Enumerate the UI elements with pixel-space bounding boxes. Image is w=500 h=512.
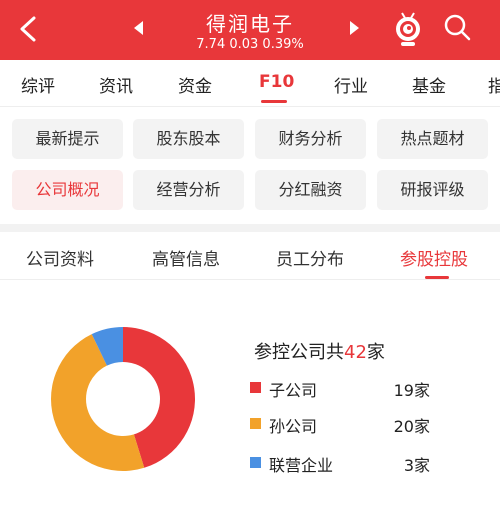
subtab-company-info[interactable]: 公司资料 bbox=[26, 245, 94, 270]
back-arrow-icon[interactable] bbox=[14, 12, 44, 46]
tab-fund[interactable]: 基金 bbox=[412, 72, 446, 97]
legend-label: 子公司 bbox=[269, 381, 318, 400]
summary-suffix: 家 bbox=[366, 342, 385, 363]
chip-hot-topics[interactable]: 热点题材 bbox=[377, 119, 488, 159]
next-stock-icon[interactable] bbox=[350, 21, 359, 35]
chip-financial-analysis[interactable]: 财务分析 bbox=[255, 119, 366, 159]
legend-swatch bbox=[250, 418, 261, 429]
summary-prefix: 参控公司共 bbox=[254, 342, 344, 363]
chip-research-rating[interactable]: 研报评级 bbox=[377, 170, 488, 210]
legend-swatch bbox=[250, 382, 261, 393]
tab-f10[interactable]: F10 bbox=[259, 72, 294, 92]
tab-funds-flow[interactable]: 资金 bbox=[178, 72, 212, 97]
chip-latest-tips[interactable]: 最新提示 bbox=[12, 119, 123, 159]
chip-operations-analysis[interactable]: 经营分析 bbox=[133, 170, 244, 210]
subtab-holdings[interactable]: 参股控股 bbox=[400, 245, 468, 270]
stock-quote: 7.74 0.03 0.39% bbox=[196, 37, 304, 52]
legend-row: 联营企业 3家 bbox=[250, 451, 450, 475]
main-tab-bar: 综评 资讯 资金 F10 行业 基金 指 bbox=[0, 60, 500, 106]
tab-news[interactable]: 资讯 bbox=[99, 72, 133, 97]
holdings-summary: 参控公司共42家 bbox=[254, 338, 385, 364]
tab-industry[interactable]: 行业 bbox=[334, 72, 368, 97]
active-subtab-indicator bbox=[425, 276, 449, 279]
active-tab-indicator bbox=[261, 100, 287, 103]
header-bar: 得润电子 7.74 0.03 0.39% bbox=[0, 0, 500, 60]
tab-index-partial[interactable]: 指 bbox=[488, 72, 500, 97]
subtab-employees[interactable]: 员工分布 bbox=[276, 245, 344, 270]
legend-label: 联营企业 bbox=[269, 456, 334, 475]
f10-category-grid: 最新提示 股东股本 财务分析 热点题材 公司概况 经营分析 分红融资 研报评级 bbox=[0, 106, 500, 224]
tab-overview[interactable]: 综评 bbox=[21, 72, 55, 97]
stock-name: 得润电子 bbox=[206, 12, 294, 36]
legend-row: 子公司 19家 bbox=[250, 376, 450, 400]
search-icon[interactable] bbox=[442, 12, 472, 44]
legend-value: 19家 bbox=[393, 381, 430, 400]
summary-count: 42 bbox=[344, 342, 367, 363]
holdings-panel: 参控公司共42家 子公司 19家 孙公司 20家 联营企业 3家 bbox=[0, 280, 500, 512]
legend-label: 孙公司 bbox=[269, 417, 318, 436]
assistant-robot-icon[interactable] bbox=[392, 10, 424, 48]
chip-shareholders[interactable]: 股东股本 bbox=[133, 119, 244, 159]
legend-row: 孙公司 20家 bbox=[250, 412, 450, 436]
chip-dividend-financing[interactable]: 分红融资 bbox=[255, 170, 366, 210]
legend-value: 20家 bbox=[393, 417, 430, 436]
legend-value: 3家 bbox=[403, 456, 430, 475]
holdings-donut-chart bbox=[51, 327, 196, 471]
previous-stock-icon[interactable] bbox=[134, 21, 143, 35]
chip-company-profile[interactable]: 公司概况 bbox=[12, 170, 123, 210]
legend-swatch bbox=[250, 457, 261, 468]
profile-sub-tab-bar: 公司资料 高管信息 员工分布 参股控股 bbox=[0, 232, 500, 280]
subtab-executives[interactable]: 高管信息 bbox=[152, 245, 220, 270]
